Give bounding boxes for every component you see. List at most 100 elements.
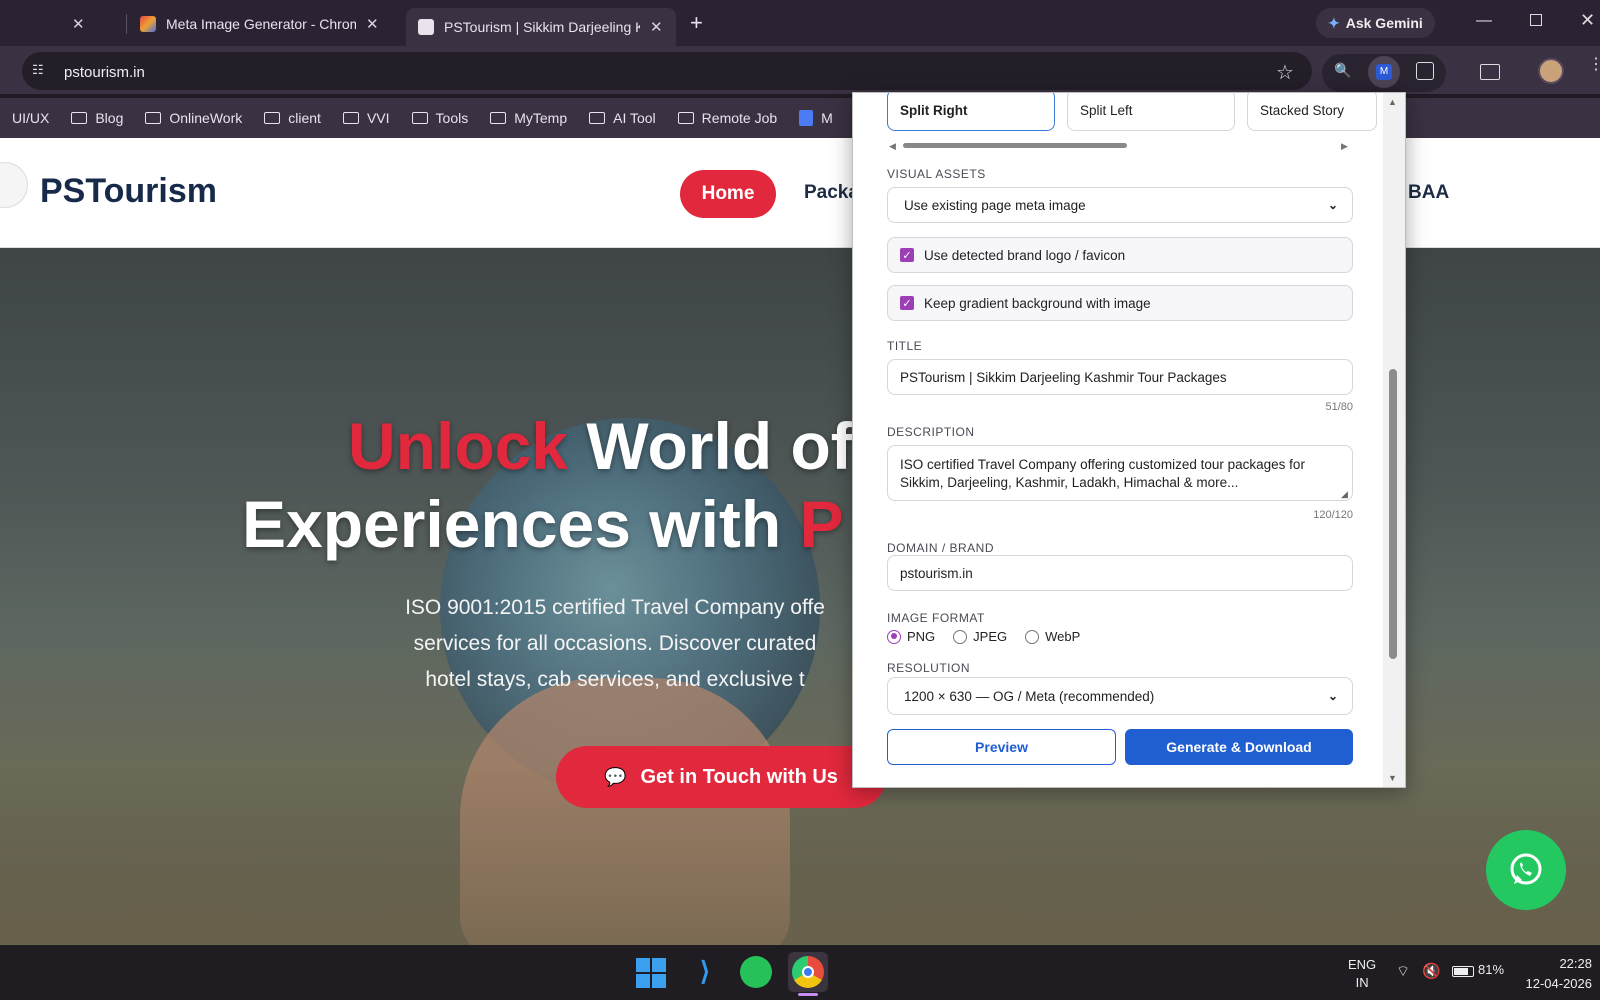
tab-search-icon[interactable] (1480, 64, 1500, 80)
extensions-puzzle-icon[interactable] (1416, 62, 1434, 80)
scroll-right-icon[interactable]: ▶ (1341, 141, 1348, 152)
bookmark-item[interactable]: M (799, 110, 833, 126)
gradient-background-option[interactable]: ✓ Keep gradient background with image (887, 285, 1353, 321)
chevron-down-icon: ⌄ (1327, 198, 1338, 212)
site-logo-text[interactable]: PSTourism (40, 172, 217, 211)
nav-item[interactable]: BAA (1408, 182, 1449, 204)
volume-muted-icon[interactable]: 🔇 (1422, 962, 1441, 980)
whatsapp-taskbar-icon[interactable] (740, 956, 772, 988)
lens-extension-icon[interactable]: 🔍 (1334, 62, 1354, 82)
get-in-touch-button[interactable]: 💬 Get in Touch with Us (556, 746, 886, 808)
clock-date: 12-04-2026 (1525, 976, 1593, 991)
domain-input[interactable]: pstourism.in (887, 555, 1353, 591)
folder-icon (145, 112, 162, 124)
scroll-up-icon[interactable]: ▲ (1388, 97, 1397, 107)
description-char-count: 120/120 (1313, 509, 1353, 521)
close-tab-icon[interactable]: ✕ (650, 18, 663, 36)
bookmark-folder[interactable]: client (264, 110, 321, 126)
close-tab-icon[interactable]: ✕ (72, 15, 85, 33)
hero-heading-line1: Unlock World of (348, 408, 853, 484)
format-jpeg-radio[interactable]: JPEG (953, 629, 1007, 644)
visual-assets-select[interactable]: Use existing page meta image ⌄ (887, 187, 1353, 223)
image-format-radio-group: PNG JPEG WebP (887, 629, 1080, 644)
minimize-icon[interactable]: — (1476, 12, 1492, 30)
profile-avatar[interactable] (1538, 58, 1564, 84)
resize-handle-icon[interactable]: ◢ (1341, 489, 1348, 500)
popup-scrollbar-thumb[interactable] (1389, 369, 1397, 659)
bookmark-label: MyTemp (514, 110, 568, 126)
battery-icon[interactable] (1452, 966, 1474, 977)
tab-0[interactable]: ✕ (60, 8, 120, 40)
bookmark-folder[interactable]: Tools (411, 110, 468, 126)
hero-heading-text: World of (586, 409, 853, 483)
scroll-left-icon[interactable]: ◀ (889, 141, 896, 152)
tab-title: PSTourism | Sikkim Darjeeling K (444, 19, 640, 35)
bookmark-folder[interactable]: VVI (342, 110, 390, 126)
resolution-select[interactable]: 1200 × 630 — OG / Meta (recommended) ⌄ (887, 677, 1353, 715)
ask-gemini-label: Ask Gemini (1345, 15, 1423, 31)
checkbox-checked-icon[interactable]: ✓ (900, 248, 914, 262)
restore-icon[interactable] (1530, 14, 1542, 26)
image-format-label: IMAGE FORMAT (887, 611, 985, 625)
title-input[interactable]: PSTourism | Sikkim Darjeeling Kashmir To… (887, 359, 1353, 395)
hero-description-line: services for all occasions. Discover cur… (413, 632, 817, 655)
bookmark-folder[interactable]: Blog (71, 110, 123, 126)
bookmark-label: UI/UX (12, 110, 50, 126)
bookmark-item[interactable]: UI/UX (12, 110, 49, 126)
scroll-down-icon[interactable]: ▼ (1388, 773, 1397, 783)
visual-assets-value: Use existing page meta image (904, 197, 1086, 213)
meta-image-extension-icon[interactable]: M (1376, 64, 1392, 80)
clock[interactable]: 22:28 12-04-2026 (1518, 954, 1593, 994)
docs-icon (799, 110, 814, 126)
bookmark-folder[interactable]: AI Tool (589, 110, 656, 126)
bookmark-folder[interactable]: OnlineWork (145, 110, 242, 126)
checkbox-label: Use detected brand logo / favicon (924, 247, 1126, 263)
chrome-icon[interactable] (792, 956, 824, 988)
vscode-icon[interactable]: ⟩ (690, 956, 720, 988)
address-url[interactable]: pstourism.in (64, 64, 145, 81)
brand-logo-option[interactable]: ✓ Use detected brand logo / favicon (887, 237, 1353, 273)
bookmark-folder[interactable]: MyTemp (490, 110, 567, 126)
radio-label: JPEG (973, 629, 1008, 644)
description-textarea[interactable]: ISO certified Travel Company offering cu… (887, 445, 1353, 501)
preview-button[interactable]: Preview (887, 729, 1116, 765)
format-png-radio[interactable]: PNG (887, 629, 935, 644)
nav-home[interactable]: Home (680, 170, 776, 218)
resolution-label: RESOLUTION (887, 661, 971, 675)
battery-percent: 81% (1478, 962, 1505, 977)
bookmark-star-icon[interactable]: ☆ (1276, 60, 1294, 85)
close-tab-icon[interactable]: ✕ (366, 15, 379, 33)
tab-pstourism[interactable]: PSTourism | Sikkim Darjeeling K ✕ (406, 8, 676, 46)
gemini-sparkle-icon: ✦ (1328, 14, 1340, 31)
tab-meta-image-generator[interactable]: Meta Image Generator - Chrom ✕ (128, 8, 394, 40)
generate-download-button[interactable]: Generate & Download (1125, 729, 1353, 765)
more-menu-icon[interactable]: ⋮ (1588, 57, 1600, 73)
bookmark-folder[interactable]: Remote Job (677, 110, 778, 126)
layout-split-left[interactable]: Split Left (1067, 93, 1235, 131)
layout-split-right[interactable]: Split Right (887, 93, 1055, 131)
layout-stacked-story[interactable]: Stacked Story (1247, 93, 1377, 131)
bookmark-label: Blog (95, 110, 124, 126)
visual-assets-label: VISUAL ASSETS (887, 167, 986, 181)
bookmark-label: Remote Job (701, 110, 778, 126)
folder-icon (490, 112, 507, 124)
new-tab-icon[interactable]: + (690, 10, 703, 36)
close-window-icon[interactable]: ✕ (1580, 10, 1595, 31)
site-info-icon[interactable]: ☷ (32, 62, 50, 80)
tab-title: Meta Image Generator - Chrom (166, 16, 356, 32)
omnibox[interactable] (22, 52, 1312, 90)
ask-gemini-button[interactable]: ✦ Ask Gemini (1316, 8, 1435, 38)
tab-favicon-icon (140, 16, 156, 32)
nav-packages[interactable]: Packa (804, 182, 859, 204)
language-indicator[interactable]: ENG IN (1348, 956, 1376, 992)
hero-heading-accent: P (799, 487, 844, 561)
whatsapp-button[interactable] (1486, 830, 1566, 910)
hero-heading-line2: Experiences with P (242, 486, 844, 562)
wifi-icon[interactable]: ⌔ (1396, 962, 1410, 981)
horizontal-scrollbar[interactable] (903, 143, 1127, 148)
windows-start-icon[interactable] (636, 958, 666, 988)
radio-label: WebP (1045, 629, 1081, 644)
title-char-count: 51/80 (1325, 401, 1353, 413)
format-webp-radio[interactable]: WebP (1025, 629, 1080, 644)
checkbox-checked-icon[interactable]: ✓ (900, 296, 914, 310)
